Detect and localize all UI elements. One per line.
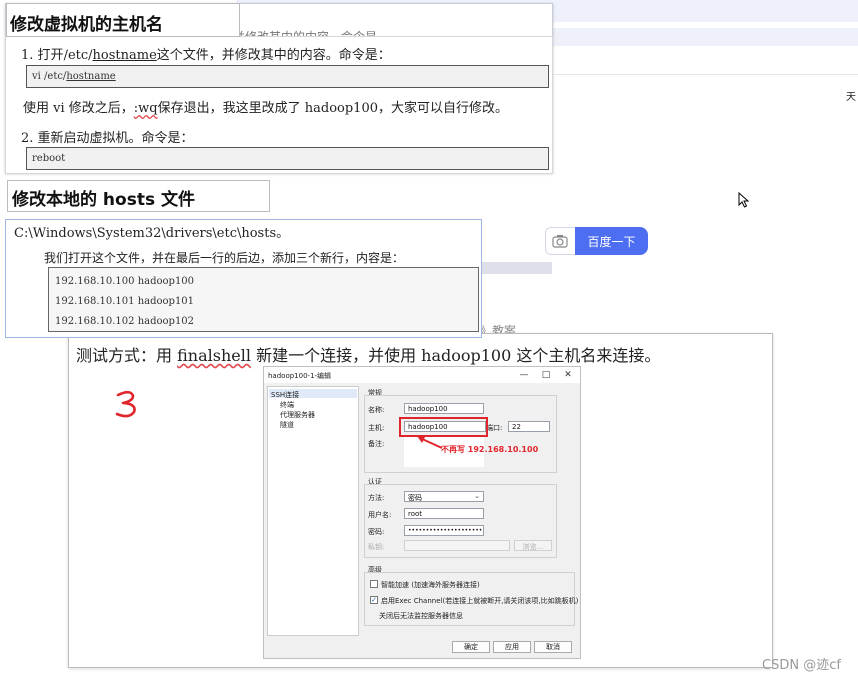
apply-button[interactable]: 应用 <box>493 641 531 653</box>
connection-edit-dialog: hadoop100-1-编辑 — □ ✕ SSH连接 终端 代理服务器 隧道 常… <box>263 366 581 659</box>
corner-text: 天 <box>846 92 856 103</box>
section1-title: 修改虚拟机的主机名 <box>6 3 240 37</box>
section2-title: 修改本地的 hosts 文件 <box>7 180 270 212</box>
chevron-down-icon: ⌄ <box>474 492 480 500</box>
step1-number: 1. <box>21 48 34 63</box>
baidu-search-button[interactable]: 百度一下 <box>575 227 648 255</box>
browse-button[interactable]: 浏览... <box>514 540 552 551</box>
step1-path: /etc/ <box>63 48 93 63</box>
username-label: 用户名: <box>368 511 392 519</box>
annotation-mark-3-text: 3 <box>113 389 114 390</box>
remark-label: 备注: <box>368 440 385 448</box>
tree-item-tunnel[interactable]: 隧道 <box>280 420 294 430</box>
smart-accel-label: 智能加速 (加速海外服务器连接) <box>381 581 480 589</box>
vi-note: 使用 vi 修改之后，:wq保存退出，我这里改成了 hadoop100，大家可以… <box>23 97 508 116</box>
exec-channel-label: 启用Exec Channel(若连接上就被断开,请关闭该项,比如跳板机) <box>381 597 579 605</box>
test-method-text: 测试方式：用 finalshell 新建一个连接，并使用 hadoop100 这… <box>76 342 660 366</box>
password-field[interactable]: •••••••••••••••••••••• <box>404 525 484 536</box>
hosts-entry: 192.168.10.100 hadoop100 <box>55 276 195 287</box>
cmd1-file: hostname <box>66 71 116 82</box>
finalshell-test-panel: 测试方式：用 finalshell 新建一个连接，并使用 hadoop100 这… <box>68 333 773 668</box>
cmd2: reboot <box>32 153 66 164</box>
tree-item-terminal[interactable]: 终端 <box>280 400 294 410</box>
annotation-mark-3: 3 <box>113 389 136 418</box>
dialog-title: hadoop100-1-编辑 <box>268 372 332 380</box>
hosts-entry: 192.168.10.101 hadoop101 <box>55 296 195 307</box>
method-value: 密码 <box>408 494 422 502</box>
csdn-watermark: CSDN @迹cf <box>762 658 841 673</box>
red-arrow-icon <box>417 436 443 449</box>
host-label: 主机: <box>368 424 385 432</box>
minimize-button[interactable]: — <box>518 369 530 381</box>
dialog-titlebar: hadoop100-1-编辑 — □ ✕ <box>264 367 580 383</box>
test-app-name: finalshell <box>177 346 251 365</box>
note-cmd: :wq <box>133 101 158 116</box>
host-annotation-note: 不再写 192.168.10.100 <box>441 445 539 454</box>
method-label: 方法: <box>368 494 385 502</box>
hosts-path: C:\Windows\System32\drivers\etc\hosts。 <box>14 226 290 241</box>
step2-text: 重新启动虚拟机。命令是： <box>37 131 194 146</box>
ok-button[interactable]: 确定 <box>452 641 490 653</box>
command-box-reboot: reboot <box>26 147 549 170</box>
name-field[interactable]: hadoop100 <box>404 403 484 414</box>
cmd1-prefix: vi /etc/ <box>32 71 67 82</box>
smart-accel-checkbox[interactable] <box>370 580 378 588</box>
maximize-button[interactable]: □ <box>540 369 552 381</box>
command-box-vi: vi /etc/hostname <box>26 65 549 88</box>
private-key-label: 私钥: <box>368 543 385 551</box>
method-select[interactable]: 密码 ⌄ <box>404 491 484 502</box>
host-highlight-box <box>399 417 488 437</box>
step1-suffix: 这个文件，并修改其中的内容。命令是： <box>156 48 391 63</box>
hosts-entries-box: 192.168.10.100 hadoop100 192.168.10.101 … <box>48 267 479 332</box>
hosts-entry: 192.168.10.102 hadoop102 <box>55 316 195 327</box>
cancel-button[interactable]: 取消 <box>534 641 572 653</box>
section1-title-text: 修改虚拟机的主机名 <box>10 15 163 35</box>
tree-item-proxy[interactable]: 代理服务器 <box>280 410 315 420</box>
settings-tree: SSH连接 终端 代理服务器 隧道 <box>267 386 359 636</box>
browser-toolbar-strip <box>550 28 858 46</box>
test-suffix: 新建一个连接，并使用 hadoop100 这个主机名来连接。 <box>256 346 661 365</box>
port-field[interactable]: 22 <box>508 421 550 432</box>
no-monitor-note: 关闭后无法监控服务器信息 <box>379 612 463 620</box>
tree-item-ssh[interactable]: SSH连接 <box>271 390 299 400</box>
step2-number: 2. <box>21 131 34 146</box>
hosts-instruction: 我们打开这个文件，并在最后一行的后边，添加三个新行，内容是： <box>44 251 405 265</box>
mouse-cursor-icon <box>738 192 750 208</box>
camera-icon <box>552 235 568 248</box>
step2-line: 2. 重新启动虚拟机。命令是： <box>21 127 194 146</box>
gray-bar <box>482 262 552 274</box>
step1-line: 1. 打开/etc/hostname这个文件，并修改其中的内容。命令是： <box>21 44 391 63</box>
camera-search-button[interactable] <box>545 227 575 255</box>
hosts-file-panel: C:\Windows\System32\drivers\etc\hosts。 我… <box>5 219 482 338</box>
divider <box>550 74 858 75</box>
password-label: 密码: <box>368 528 385 536</box>
test-prefix: 测试方式：用 <box>76 346 173 365</box>
username-field[interactable]: root <box>404 508 484 519</box>
private-key-field[interactable] <box>404 540 510 551</box>
section2-title-text: 修改本地的 hosts 文件 <box>12 190 195 210</box>
note-prefix: 使用 vi 修改之后， <box>23 101 134 116</box>
close-button[interactable]: ✕ <box>562 369 574 381</box>
hostname-steps-panel: 1. 打开/etc/hostname这个文件，并修改其中的内容。命令是： vi … <box>5 36 553 174</box>
step1-file: hostname <box>92 48 157 63</box>
name-label: 名称: <box>368 406 385 414</box>
note-suffix: 保存退出，我这里改成了 hadoop100，大家可以自行修改。 <box>157 101 508 116</box>
port-label: 端口: <box>486 424 503 432</box>
exec-channel-checkbox[interactable]: ✓ <box>370 596 378 604</box>
screenshot: 天 百度一下 》教案 并修改其中的内容。命令是 修改虚拟机的主机名 1. 打开/… <box>0 0 858 678</box>
step1-prefix: 打开 <box>37 48 64 63</box>
